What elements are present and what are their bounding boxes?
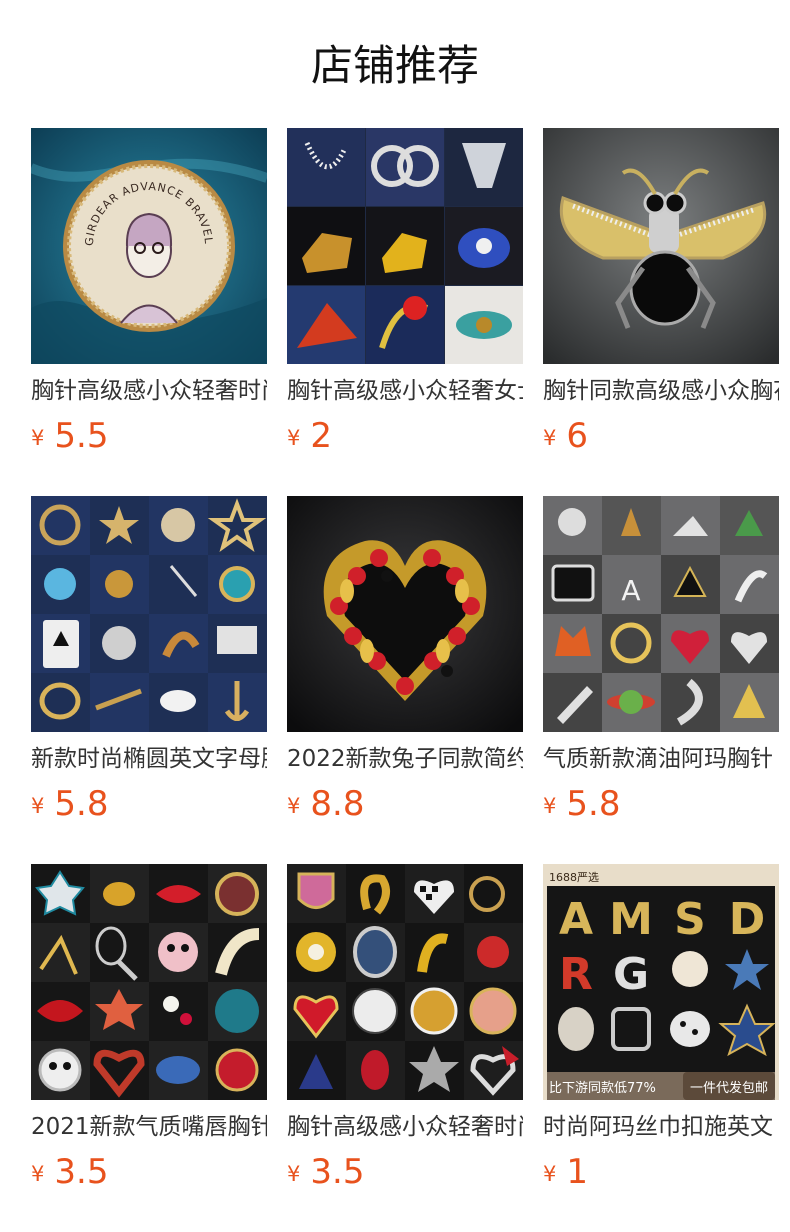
currency-symbol: ¥ [287, 426, 301, 450]
svg-text:G: G [613, 949, 649, 1000]
product-price: ¥6 [543, 416, 588, 456]
product-name[interactable]: 胸针高级感小众轻奢时尚 [31, 375, 267, 407]
product-image[interactable] [287, 128, 523, 364]
product-price: ¥2 [287, 416, 332, 456]
svg-text:A: A [559, 894, 593, 945]
product-price: ¥5.8 [543, 784, 620, 824]
product-name[interactable]: 气质新款滴油阿玛胸针 [543, 743, 779, 775]
product-name[interactable]: 2021新款气质嘴唇胸针 [31, 1111, 267, 1143]
page-title: 店铺推荐 [310, 41, 479, 90]
promo-dropship: 一件代发包邮 [690, 1080, 768, 1096]
price-value: 5.8 [566, 784, 621, 824]
currency-symbol: ¥ [31, 794, 45, 818]
currency-symbol: ¥ [543, 1162, 557, 1186]
currency-symbol: ¥ [287, 794, 301, 818]
price-value: 5.8 [54, 784, 109, 824]
svg-text:S: S [674, 894, 706, 945]
product-price: ¥3.5 [287, 1152, 364, 1192]
product-image[interactable] [287, 864, 523, 1100]
price-value: 1 [566, 1152, 589, 1192]
price-value: 3.5 [54, 1152, 109, 1192]
product-price: ¥5.8 [31, 784, 108, 824]
svg-text:A: A [621, 574, 640, 607]
badge-1688: 1688严选 [549, 871, 599, 884]
product-image[interactable] [543, 128, 779, 364]
svg-text:D: D [729, 894, 766, 945]
product-image[interactable] [287, 496, 523, 732]
svg-text:R: R [559, 949, 593, 1000]
product-name[interactable]: 时尚阿玛丝巾扣施英文 [543, 1111, 779, 1143]
product-image[interactable]: 1688严选 AMSD RG 比下游同款低77% 一件代发包邮 [543, 864, 779, 1100]
product-image[interactable]: GIRDEAR ADVANCE BRAVELY [31, 128, 267, 364]
product-price: ¥3.5 [31, 1152, 108, 1192]
product-price: ¥5.5 [31, 416, 108, 456]
product-name[interactable]: 胸针同款高级感小众胸花女 [543, 375, 779, 407]
product-name[interactable]: 2022新款兔子同款简约 [287, 743, 523, 775]
product-image[interactable]: A [543, 496, 779, 732]
price-value: 6 [566, 416, 589, 456]
product-price: ¥1 [543, 1152, 588, 1192]
product-image[interactable] [31, 496, 267, 732]
product-price: ¥8.8 [287, 784, 364, 824]
price-value: 8.8 [310, 784, 365, 824]
currency-symbol: ¥ [31, 426, 45, 450]
price-value: 5.5 [54, 416, 109, 456]
promo-lower-price: 比下游同款低77% [549, 1081, 656, 1096]
product-name[interactable]: 胸针高级感小众轻奢女士 [287, 375, 523, 407]
currency-symbol: ¥ [543, 794, 557, 818]
product-image[interactable] [31, 864, 267, 1100]
product-name[interactable]: 新款时尚椭圆英文字母胸针 [31, 743, 267, 775]
price-value: 3.5 [310, 1152, 365, 1192]
currency-symbol: ¥ [31, 1162, 45, 1186]
product-name[interactable]: 胸针高级感小众轻奢时尚 [287, 1111, 523, 1143]
currency-symbol: ¥ [287, 1162, 301, 1186]
svg-text:M: M [609, 894, 653, 945]
currency-symbol: ¥ [543, 426, 557, 450]
price-value: 2 [310, 416, 333, 456]
